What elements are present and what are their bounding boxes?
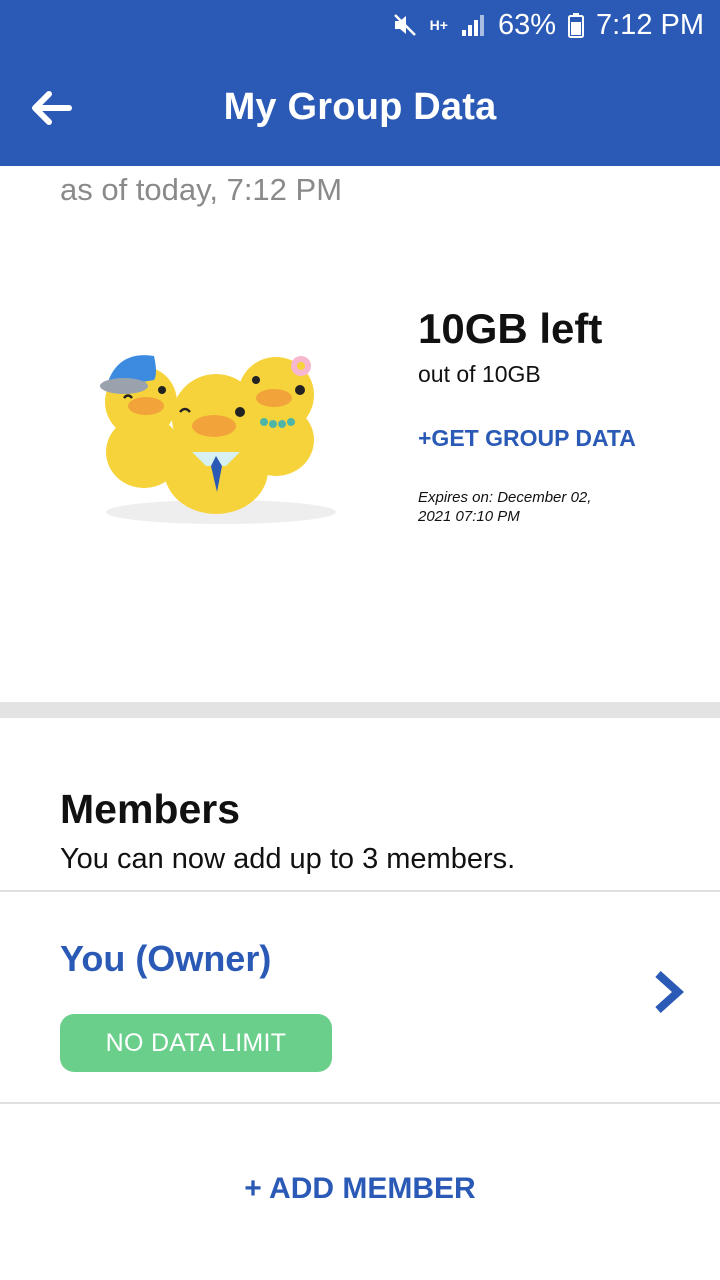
member-row-owner[interactable]: You (Owner) NO DATA LIMIT <box>0 892 720 1102</box>
divider <box>0 1102 720 1104</box>
section-divider <box>0 702 720 718</box>
signal-icon <box>460 12 486 38</box>
app-bar: My Group Data <box>0 50 720 166</box>
add-member-button[interactable]: + ADD MEMBER <box>0 1172 720 1206</box>
status-bar: H+ 63% 7:12 PM <box>0 0 720 50</box>
expiry-date: Expires on: December 02, 2021 07:10 PM <box>418 489 592 525</box>
get-group-data-link[interactable]: +GET GROUP DATA <box>418 425 636 452</box>
battery-icon <box>568 12 584 38</box>
data-limit-badge: NO DATA LIMIT <box>60 1014 332 1072</box>
clock: 7:12 PM <box>596 8 704 41</box>
mute-icon <box>392 12 418 38</box>
member-name: You (Owner) <box>60 938 272 979</box>
as-of-timestamp: as of today, 7:12 PM <box>60 172 343 207</box>
chevron-right-icon <box>655 971 684 1013</box>
members-subtitle: You can now add up to 3 members. <box>60 843 516 875</box>
battery-percent: 63% <box>497 8 556 41</box>
data-total: out of 10GB <box>418 361 541 387</box>
page-title: My Group Data <box>223 86 497 128</box>
members-heading: Members <box>60 786 241 832</box>
network-type-label: H+ <box>429 17 448 33</box>
data-remaining: 10GB left <box>418 305 603 352</box>
network-type-icon: H+ <box>429 17 448 33</box>
three-ducks-illustration <box>100 355 336 524</box>
